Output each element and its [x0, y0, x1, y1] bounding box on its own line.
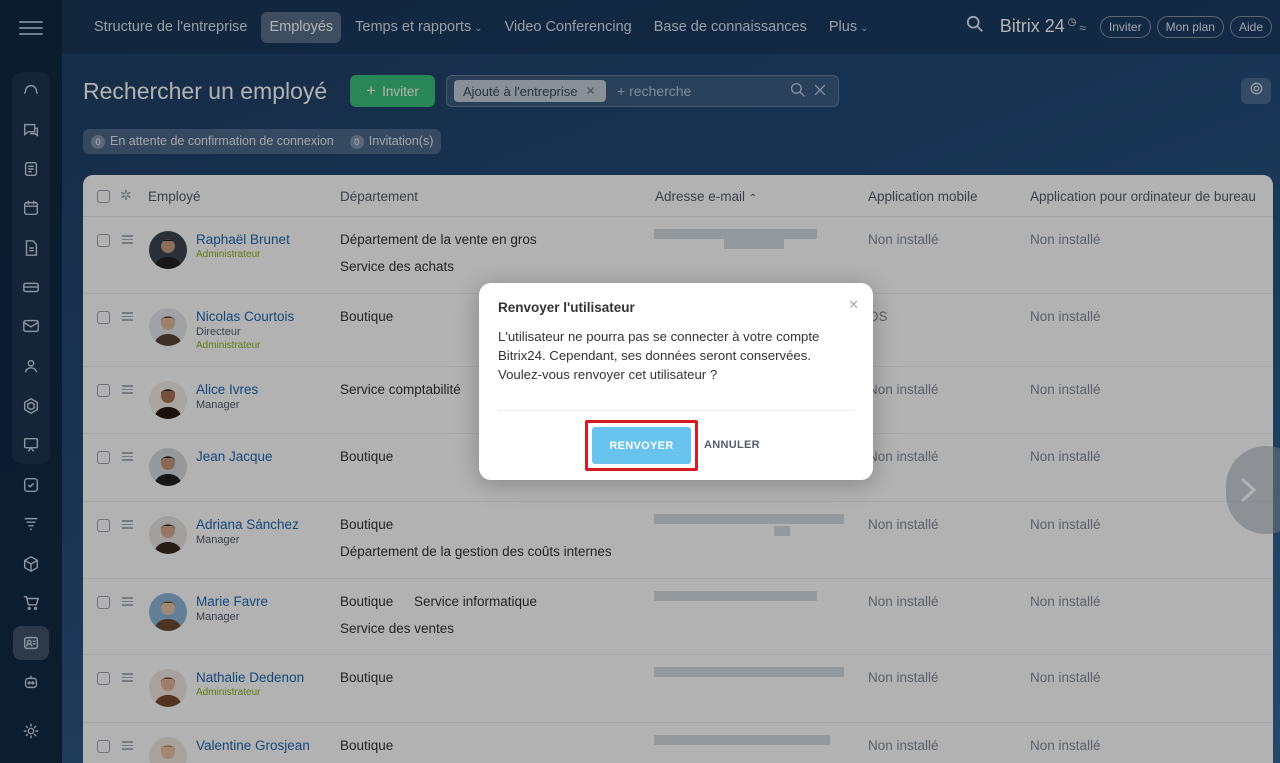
dialog-line-3: Voulez-vous renvoyer cet utilisateur ?: [498, 367, 718, 382]
dialog-title: Renvoyer l'utilisateur: [498, 300, 635, 315]
dialog-divider: [498, 410, 854, 411]
resend-button[interactable]: RENVOYER: [592, 427, 691, 464]
dialog-message: L'utilisateur ne pourra pas se connecter…: [498, 327, 858, 384]
close-icon[interactable]: ✕: [848, 297, 859, 313]
dialog-line-1: L'utilisateur ne pourra pas se connecter…: [498, 329, 820, 344]
cancel-button[interactable]: ANNULER: [704, 439, 760, 451]
dialog-line-2: Bitrix24. Cependant, ses données seront …: [498, 348, 812, 363]
resend-user-dialog: Renvoyer l'utilisateur ✕ L'utilisateur n…: [479, 283, 873, 480]
